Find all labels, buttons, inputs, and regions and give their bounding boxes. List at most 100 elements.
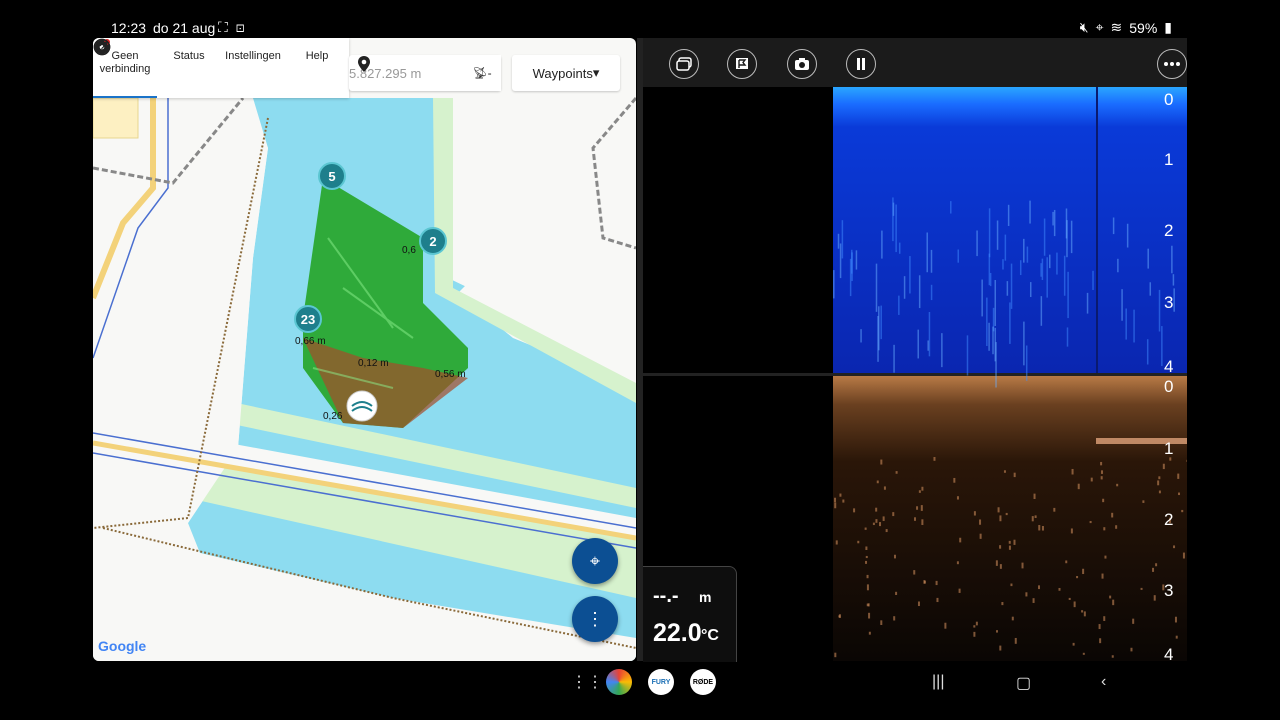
sonar-noise-streak (1066, 327, 1069, 347)
sonar-noise-speck (853, 508, 856, 513)
sonar-noise-streak (995, 342, 997, 388)
pause-icon (857, 58, 865, 70)
sonar-noise-streak (1006, 281, 1009, 296)
sonar-noise-speck (995, 630, 998, 633)
map-panel[interactable]: Geen verbinding Status Instellingen ? He… (93, 38, 636, 661)
sonar-noise-speck (979, 519, 982, 525)
sonar-noise-streak (880, 305, 882, 340)
menu-settings[interactable]: Instellingen (94, 38, 285, 98)
flag-icon (736, 58, 748, 69)
sonar-noise-streak (1070, 220, 1073, 254)
sonar-noise-speck (916, 506, 919, 510)
sonar-noise-speck (1158, 490, 1161, 494)
sonar-noise-streak (837, 233, 840, 249)
sonar-noise-streak (1025, 345, 1028, 381)
sonar-noise-speck (1111, 512, 1114, 518)
sonar-noise-speck (866, 574, 869, 579)
sonar-noise-streak (1117, 258, 1119, 273)
sonar-noise-speck (936, 597, 939, 603)
sonar-noise-streak (996, 220, 999, 250)
sonar-noise-speck (973, 511, 976, 516)
sonar-noise-streak (1009, 302, 1011, 344)
camera-button[interactable] (787, 49, 817, 79)
add-location-icon: ⌖ (589, 550, 601, 571)
sonar-noise-speck (1070, 528, 1073, 534)
pause-button[interactable] (846, 49, 876, 79)
sonar-noise-speck (868, 631, 871, 635)
sonar-noise-speck (1132, 618, 1135, 624)
temperature-value: 22.0 (653, 619, 702, 647)
back-icon[interactable]: ‹ (1101, 673, 1106, 691)
sonar-noise-streak (1056, 252, 1058, 275)
more-options-button[interactable]: ⋮ (572, 596, 618, 642)
sonar-noise-speck (1031, 516, 1034, 522)
photos-icon[interactable] (606, 669, 632, 695)
sonar-noise-speck (979, 533, 982, 539)
waypoint-marker[interactable]: 5 (318, 162, 346, 190)
sonar-noise-speck (868, 612, 871, 619)
rode-icon[interactable]: RØDE (690, 669, 716, 695)
gps-button[interactable]: 📡︎ - (463, 55, 501, 91)
sonar-noise-streak (926, 232, 928, 273)
help-icon: ? (93, 38, 111, 56)
home-icon[interactable]: ▢ (1016, 673, 1031, 693)
bottom-scale-tick: 2 (1164, 510, 1174, 529)
add-waypoint-button[interactable]: ⌖ (572, 538, 618, 584)
sonar-noise-streak (917, 329, 919, 359)
sonar-noise-streak (988, 208, 991, 258)
sonar-noise-speck (975, 621, 978, 626)
sonar-noise-speck (1103, 616, 1106, 621)
sonar-noise-speck (1178, 492, 1181, 496)
sonar-noise-streak (1029, 200, 1031, 224)
sonar-noise-speck (875, 507, 878, 512)
sonar-noise-speck (1068, 597, 1071, 600)
sonar-noise-streak (1048, 254, 1051, 269)
sonar-noise-speck (1003, 470, 1006, 473)
more-button[interactable] (1157, 49, 1187, 79)
sonar-noise-speck (944, 622, 947, 629)
sonar-noise-speck (1021, 562, 1024, 569)
gps-value: - (487, 66, 492, 80)
sonar-noise-streak (1007, 204, 1010, 226)
sonar-noise-speck (1175, 635, 1178, 639)
svg-text:?: ? (99, 43, 105, 54)
sonar-noise-speck (1081, 610, 1084, 613)
map-canvas[interactable] (93, 38, 636, 661)
sonar-noise-speck (959, 537, 962, 543)
sonar-noise-streak (892, 197, 894, 242)
sonar-noise-speck (1162, 463, 1165, 470)
sonar-noise-speck (1181, 509, 1184, 513)
depth-temp-readout[interactable]: --.- m 22.0 °C (643, 566, 737, 662)
sonar-noise-speck (1072, 642, 1075, 646)
sonar-noise-streak (893, 344, 895, 373)
sonar-noise-speck (1083, 611, 1086, 617)
depth-label: 0,12 m (358, 358, 389, 369)
screen-button[interactable] (669, 49, 699, 79)
sonar-noise-speck (1111, 655, 1114, 658)
sonar-noise-speck (865, 560, 868, 564)
menu-help[interactable]: ? Help (93, 38, 349, 98)
sonar-noise-streak (1133, 309, 1135, 343)
waypoint-marker[interactable]: 23 (294, 305, 322, 333)
waypoints-dropdown[interactable]: Waypoints ▾ (512, 55, 620, 91)
sonar-noise-streak (851, 249, 853, 274)
menu-status[interactable]: Status (93, 38, 221, 98)
sonar-noise-speck (913, 570, 916, 575)
flag-button[interactable] (727, 49, 757, 79)
sonar-noise-streak (1041, 258, 1044, 281)
wifi-icon: ≋ (1110, 19, 1123, 35)
sonar-noise-speck (1158, 476, 1161, 480)
sonar-noise-streak (881, 230, 883, 259)
recent-apps-icon[interactable]: ||| (932, 673, 944, 691)
sonar-noise-streak (1066, 220, 1068, 258)
sonar-noise-speck (1014, 637, 1017, 644)
sonar-noise-speck (1065, 560, 1068, 564)
top-scale-tick: 4 (1164, 357, 1174, 376)
top-scale-tick: 2 (1164, 221, 1174, 240)
top-scale-tick: 0 (1164, 90, 1174, 109)
sonar-noise-speck (1100, 461, 1103, 466)
fury-icon[interactable]: FURY (648, 669, 674, 695)
sonar-noise-speck (883, 486, 886, 490)
waypoint-marker[interactable]: 2 (419, 227, 447, 255)
sonar-noise-speck (1013, 539, 1016, 545)
